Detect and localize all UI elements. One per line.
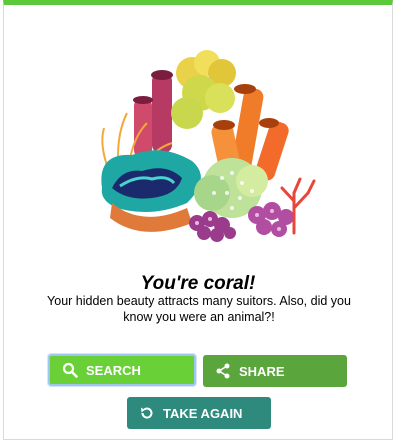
search-icon (61, 361, 79, 379)
share-icon (214, 362, 232, 380)
search-button[interactable]: SEARCH (47, 353, 197, 387)
share-button[interactable]: SHARE (203, 355, 347, 387)
result-title: You're coral! (140, 273, 256, 294)
refresh-icon (138, 404, 156, 422)
result-description: Your hidden beauty attracts many suitors… (47, 294, 351, 324)
take-again-button-label: TAKE AGAIN (163, 405, 243, 421)
search-button-label: SEARCH (86, 362, 141, 378)
coral-illustration (101, 50, 316, 242)
take-again-button[interactable]: TAKE AGAIN (127, 397, 271, 429)
share-button-label: SHARE (239, 363, 285, 379)
